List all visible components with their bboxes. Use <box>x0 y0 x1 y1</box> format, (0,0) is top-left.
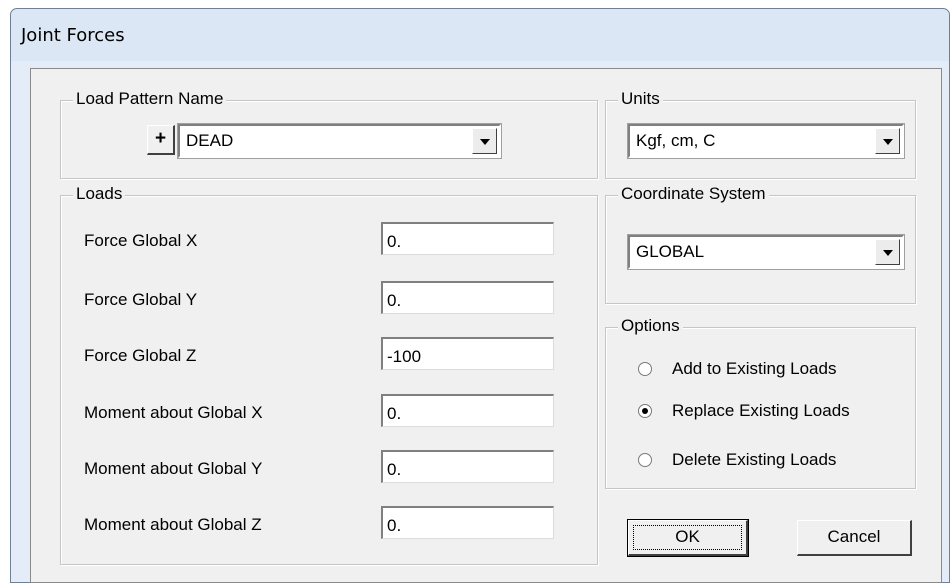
cancel-button-label: Cancel <box>827 527 881 546</box>
focus-rectangle <box>633 525 742 550</box>
moment-z-input[interactable] <box>381 506 554 539</box>
radio-add-existing[interactable] <box>638 362 652 376</box>
force-y-input[interactable] <box>381 281 554 314</box>
units-select[interactable]: Kgf, cm, C <box>627 123 905 159</box>
ok-button[interactable]: OK <box>627 519 749 557</box>
option-replace-label: Replace Existing Loads <box>672 401 850 420</box>
units-value: Kgf, cm, C <box>636 131 716 150</box>
load-pattern-legend: Load Pattern Name <box>73 89 227 109</box>
title-bar[interactable]: Joint Forces <box>11 9 949 61</box>
chevron-down-icon[interactable] <box>875 128 900 154</box>
force-y-label: Force Global Y <box>84 290 198 309</box>
load-pattern-select[interactable]: DEAD <box>177 123 502 159</box>
options-legend: Options <box>618 316 683 336</box>
loads-group: Loads Force Global X Force Global Y Forc… <box>60 184 598 565</box>
coordinate-system-value: GLOBAL <box>636 242 705 261</box>
cancel-button[interactable]: Cancel <box>797 520 912 556</box>
force-z-label: Force Global Z <box>84 346 197 365</box>
plus-icon: + <box>154 128 167 149</box>
force-x-input[interactable] <box>381 222 554 255</box>
moment-y-input[interactable] <box>381 450 554 483</box>
coordinate-system-select[interactable]: GLOBAL <box>627 234 905 270</box>
moment-z-label: Moment about Global Z <box>84 515 262 534</box>
coordinate-system-group: Coordinate System GLOBAL <box>605 184 916 304</box>
add-load-pattern-button[interactable]: + <box>147 125 175 155</box>
force-z-input[interactable] <box>381 337 554 370</box>
dialog-body: Load Pattern Name + DEAD Units Kgf, cm, … <box>30 68 942 583</box>
moment-x-label: Moment about Global X <box>84 403 263 422</box>
radio-replace-existing[interactable] <box>638 404 652 418</box>
force-x-label: Force Global X <box>84 231 198 250</box>
load-pattern-group: Load Pattern Name + DEAD <box>60 89 598 179</box>
moment-x-input[interactable] <box>381 394 554 427</box>
chevron-down-icon[interactable] <box>875 239 900 265</box>
loads-legend: Loads <box>73 184 126 204</box>
options-group: Options Add to Existing Loads Replace Ex… <box>605 316 916 489</box>
option-delete-label: Delete Existing Loads <box>672 450 837 469</box>
units-group: Units Kgf, cm, C <box>605 89 916 179</box>
dialog-title: Joint Forces <box>21 25 125 46</box>
joint-forces-dialog: Joint Forces Load Pattern Name + DEAD Un… <box>10 8 950 583</box>
chevron-down-icon[interactable] <box>472 128 497 154</box>
moment-y-label: Moment about Global Y <box>84 459 263 478</box>
load-pattern-value: DEAD <box>186 131 234 150</box>
units-legend: Units <box>618 89 663 109</box>
option-add-label: Add to Existing Loads <box>672 359 837 378</box>
radio-delete-existing[interactable] <box>638 453 652 467</box>
coordinate-system-legend: Coordinate System <box>618 184 769 204</box>
